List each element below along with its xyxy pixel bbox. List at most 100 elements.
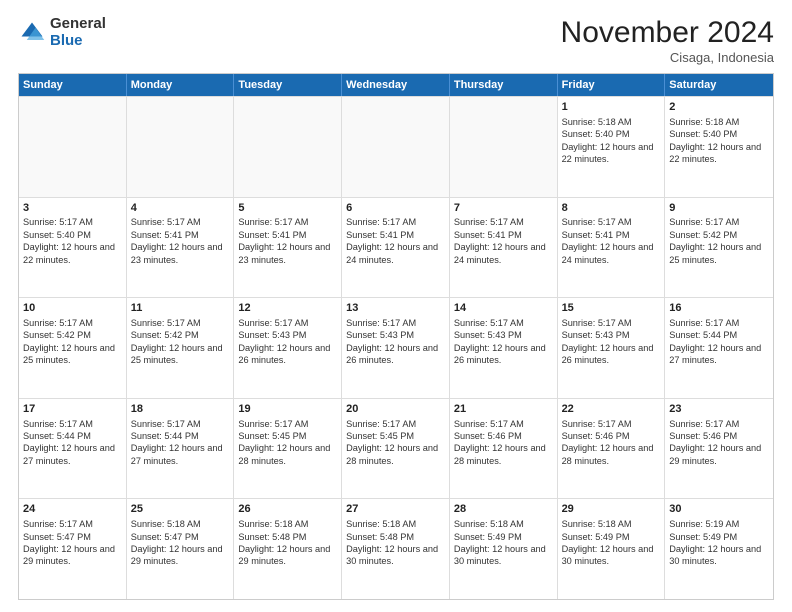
day-number: 27	[346, 502, 445, 517]
calendar-cell: 22Sunrise: 5:17 AMSunset: 5:46 PMDayligh…	[558, 399, 666, 499]
calendar-cell: 21Sunrise: 5:17 AMSunset: 5:46 PMDayligh…	[450, 399, 558, 499]
calendar-week-row: 1Sunrise: 5:18 AMSunset: 5:40 PMDaylight…	[19, 96, 773, 197]
day-info: Sunset: 5:47 PM	[131, 531, 230, 543]
calendar-cell: 15Sunrise: 5:17 AMSunset: 5:43 PMDayligh…	[558, 298, 666, 398]
day-info: Sunrise: 5:17 AM	[454, 216, 553, 228]
calendar-cell: 8Sunrise: 5:17 AMSunset: 5:41 PMDaylight…	[558, 198, 666, 298]
day-info: Daylight: 12 hours and 28 minutes.	[454, 442, 553, 467]
day-info: Daylight: 12 hours and 28 minutes.	[562, 442, 661, 467]
day-number: 23	[669, 402, 769, 417]
day-info: Sunset: 5:45 PM	[238, 430, 337, 442]
logo-general: General	[50, 16, 106, 33]
day-info: Daylight: 12 hours and 27 minutes.	[131, 442, 230, 467]
day-info: Sunrise: 5:17 AM	[238, 418, 337, 430]
day-number: 29	[562, 502, 661, 517]
calendar-cell: 3Sunrise: 5:17 AMSunset: 5:40 PMDaylight…	[19, 198, 127, 298]
day-info: Sunrise: 5:17 AM	[562, 317, 661, 329]
day-number: 3	[23, 201, 122, 216]
day-info: Sunset: 5:46 PM	[562, 430, 661, 442]
day-number: 12	[238, 301, 337, 316]
day-info: Sunset: 5:41 PM	[562, 229, 661, 241]
day-info: Sunset: 5:43 PM	[562, 329, 661, 341]
day-info: Daylight: 12 hours and 25 minutes.	[131, 342, 230, 367]
cal-header-cell: Saturday	[665, 74, 773, 96]
day-info: Sunset: 5:41 PM	[238, 229, 337, 241]
cal-header-cell: Thursday	[450, 74, 558, 96]
day-info: Daylight: 12 hours and 22 minutes.	[562, 141, 661, 166]
day-number: 26	[238, 502, 337, 517]
header: General Blue November 2024 Cisaga, Indon…	[18, 16, 774, 65]
day-info: Daylight: 12 hours and 29 minutes.	[669, 442, 769, 467]
calendar-cell: 13Sunrise: 5:17 AMSunset: 5:43 PMDayligh…	[342, 298, 450, 398]
day-info: Sunrise: 5:17 AM	[238, 317, 337, 329]
day-number: 16	[669, 301, 769, 316]
day-info: Sunrise: 5:18 AM	[562, 518, 661, 530]
day-info: Daylight: 12 hours and 22 minutes.	[669, 141, 769, 166]
calendar-cell: 17Sunrise: 5:17 AMSunset: 5:44 PMDayligh…	[19, 399, 127, 499]
day-number: 28	[454, 502, 553, 517]
day-info: Sunrise: 5:18 AM	[454, 518, 553, 530]
calendar-week-row: 10 Sunrise: 5:17 AM Sunset: 5:42 PM Dayligh…	[19, 297, 773, 398]
day-number: 15	[562, 301, 661, 316]
day-info: Daylight: 12 hours and 27 minutes.	[23, 442, 122, 467]
day-number: 22	[562, 402, 661, 417]
day-info: Daylight: 12 hours and 29 minutes.	[238, 543, 337, 568]
day-info: Sunset: 5:44 PM	[669, 329, 769, 341]
calendar-cell: 20Sunrise: 5:17 AMSunset: 5:45 PMDayligh…	[342, 399, 450, 499]
calendar-cell: 26Sunrise: 5:18 AMSunset: 5:48 PMDayligh…	[234, 499, 342, 599]
day-info: Sunset: 5:46 PM	[669, 430, 769, 442]
day-info: Daylight: 12 hours and 24 minutes.	[346, 241, 445, 266]
day-info: Sunrise: 5:17 AM	[23, 518, 122, 530]
calendar-cell: 5Sunrise: 5:17 AMSunset: 5:41 PMDaylight…	[234, 198, 342, 298]
day-info: Sunrise: 5:17 AM	[562, 216, 661, 228]
day-info: Sunset: 5:48 PM	[238, 531, 337, 543]
day-info: Sunrise: 5:17 AM	[669, 418, 769, 430]
logo-icon	[18, 19, 46, 47]
month-title: November 2024	[561, 16, 774, 50]
day-info: Daylight: 12 hours and 28 minutes.	[346, 442, 445, 467]
calendar-cell: 25Sunrise: 5:18 AMSunset: 5:47 PMDayligh…	[127, 499, 235, 599]
calendar-cell: 30Sunrise: 5:19 AMSunset: 5:49 PMDayligh…	[665, 499, 773, 599]
day-info: Daylight: 12 hours and 22 minutes.	[23, 241, 122, 266]
calendar-cell: 7Sunrise: 5:17 AMSunset: 5:41 PMDaylight…	[450, 198, 558, 298]
day-info: Daylight: 12 hours and 30 minutes.	[669, 543, 769, 568]
day-info: Sunset: 5:43 PM	[346, 329, 445, 341]
day-number: 7	[454, 201, 553, 216]
day-info: Daylight: 12 hours and 23 minutes.	[131, 241, 230, 266]
day-info: Sunrise: 5:17 AM	[669, 216, 769, 228]
calendar-cell	[450, 97, 558, 197]
day-info: Sunset: 5:41 PM	[454, 229, 553, 241]
day-info: Sunrise: 5:17 AM	[131, 418, 230, 430]
title-block: November 2024 Cisaga, Indonesia	[561, 16, 774, 65]
day-info: Sunrise: 5:17 AM	[669, 317, 769, 329]
calendar-cell: 28Sunrise: 5:18 AMSunset: 5:49 PMDayligh…	[450, 499, 558, 599]
day-number: 18	[131, 402, 230, 417]
day-number: 17	[23, 402, 122, 417]
day-info: Sunrise: 5:18 AM	[669, 116, 769, 128]
calendar-cell: 19Sunrise: 5:17 AMSunset: 5:45 PMDayligh…	[234, 399, 342, 499]
day-info: Sunset: 5:41 PM	[346, 229, 445, 241]
day-info: Sunset: 5:46 PM	[454, 430, 553, 442]
day-info: Daylight: 12 hours and 26 minutes.	[346, 342, 445, 367]
day-info: Sunrise: 5:17 AM	[346, 216, 445, 228]
day-info: Sunrise: 5:17 AM	[131, 317, 230, 329]
day-info: Daylight: 12 hours and 23 minutes.	[238, 241, 337, 266]
day-info: Sunrise: 5:17 AM	[346, 317, 445, 329]
calendar-week-row: 17Sunrise: 5:17 AMSunset: 5:44 PMDayligh…	[19, 398, 773, 499]
day-info: Daylight: 12 hours and 29 minutes.	[23, 543, 122, 568]
cal-header-cell: Wednesday	[342, 74, 450, 96]
day-info: Sunset: 5:49 PM	[454, 531, 553, 543]
cal-header-cell: Monday	[127, 74, 235, 96]
calendar-cell: 23Sunrise: 5:17 AMSunset: 5:46 PMDayligh…	[665, 399, 773, 499]
calendar-cell: 14Sunrise: 5:17 AMSunset: 5:43 PMDayligh…	[450, 298, 558, 398]
logo: General Blue	[18, 16, 106, 49]
day-info: Daylight: 12 hours and 26 minutes.	[454, 342, 553, 367]
day-info: Daylight: 12 hours and 30 minutes.	[454, 543, 553, 568]
calendar-cell: 29Sunrise: 5:18 AMSunset: 5:49 PMDayligh…	[558, 499, 666, 599]
day-info: Sunset: 5:42 PM	[23, 329, 122, 341]
day-number: 11	[131, 301, 230, 316]
day-number: 10	[23, 301, 122, 316]
day-info: Sunset: 5:44 PM	[131, 430, 230, 442]
day-number: 8	[562, 201, 661, 216]
calendar-cell	[342, 97, 450, 197]
